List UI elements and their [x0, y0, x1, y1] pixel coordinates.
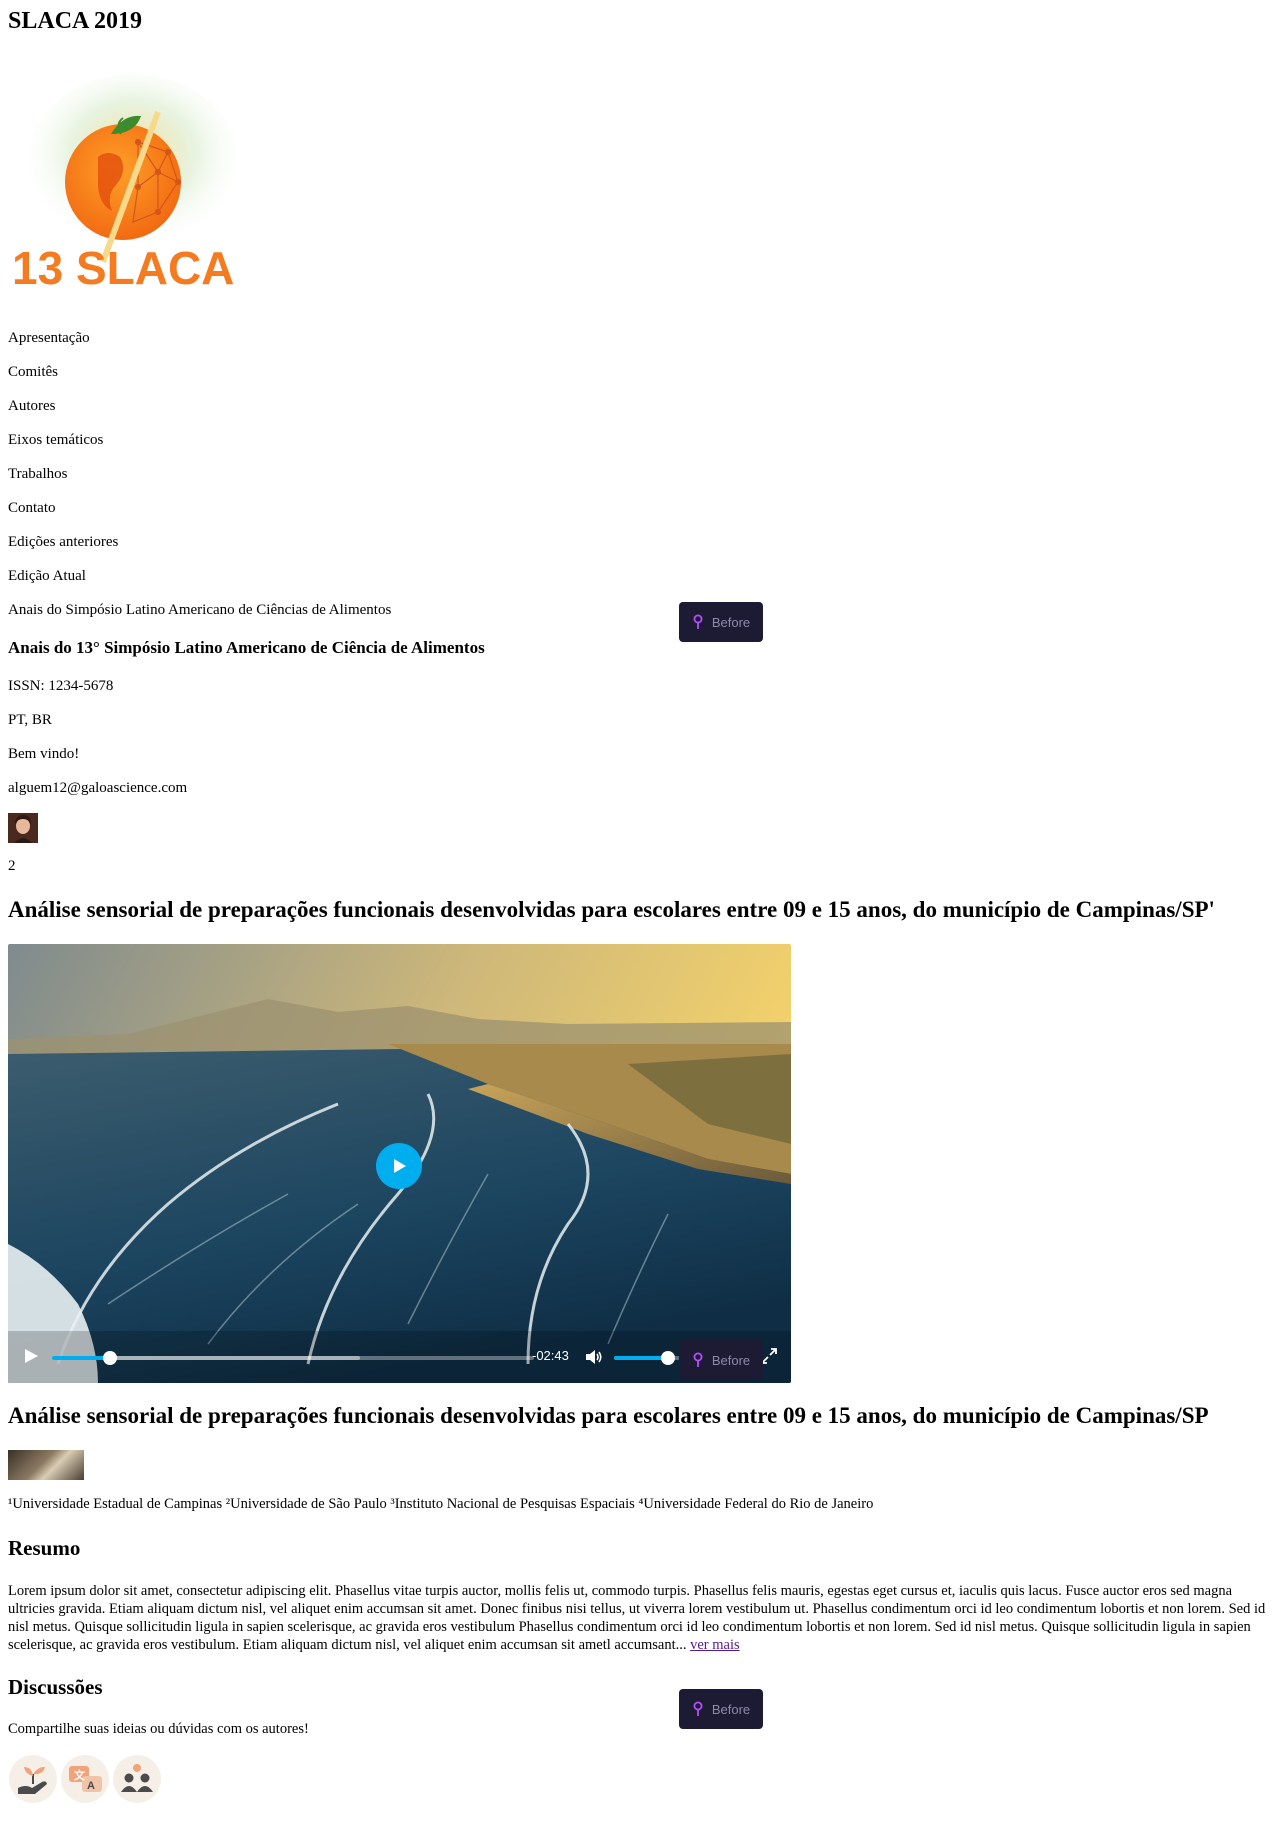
site-title: SLACA 2019	[8, 8, 143, 34]
video-time-remaining: -02:43	[532, 1348, 569, 1363]
nav-item-anais[interactable]: Anais do Simpósio Latino Americano de Ci…	[8, 598, 391, 632]
discussions-heading: Discussões	[8, 1675, 103, 1699]
issn-text: ISSN: 1234-5678	[8, 678, 114, 694]
abstract-body: Lorem ipsum dolor sit amet, consectetur …	[8, 1583, 1266, 1653]
pin-icon	[693, 1701, 703, 1716]
notification-count: 2	[8, 858, 16, 874]
nav-item-autores[interactable]: Autores	[8, 394, 391, 428]
paper-title-top: Análise sensorial de preparações funcion…	[8, 897, 1215, 922]
before-label: Before	[711, 1352, 751, 1368]
proceedings-title: Anais do 13° Simpósio Latino Americano d…	[8, 638, 485, 657]
volume-icon[interactable]	[584, 1347, 604, 1367]
affiliations: ¹Universidade Estadual de Campinas ²Univ…	[8, 1496, 874, 1512]
before-label: Before	[711, 1701, 751, 1717]
volume-fill	[614, 1356, 669, 1360]
before-button[interactable]: Before	[679, 602, 763, 642]
video-played-bar	[52, 1356, 110, 1360]
volume-slider[interactable]	[614, 1351, 680, 1365]
nav-item-trabalhos[interactable]: Trabalhos	[8, 462, 391, 496]
svg-text:文: 文	[74, 1768, 86, 1782]
nav-item-edicoes-anteriores[interactable]: Edições anteriores	[8, 530, 391, 564]
discussions-subtitle: Compartilhe suas ideias ou dúvidas com o…	[8, 1721, 309, 1737]
main-nav: Apresentação Comitês Autores Eixos temát…	[8, 326, 391, 632]
language-selector[interactable]: PT, BR	[8, 712, 52, 729]
before-button-bottom[interactable]: Before	[679, 1689, 763, 1729]
nav-item-comites[interactable]: Comitês	[8, 360, 391, 394]
before-button-video[interactable]: Before	[679, 1340, 763, 1380]
pin-icon	[693, 1352, 703, 1367]
abstract-heading: Resumo	[8, 1536, 81, 1560]
nav-item-edicao-atual[interactable]: Edição Atual	[8, 564, 391, 598]
pin-icon	[693, 614, 703, 629]
nav-item-apresentacao[interactable]: Apresentação	[8, 326, 391, 360]
author-thumbnail[interactable]	[8, 1450, 84, 1480]
before-label: Before	[711, 614, 751, 630]
nav-item-eixos-tematicos[interactable]: Eixos temáticos	[8, 428, 391, 462]
video-progress-handle[interactable]	[102, 1351, 117, 1365]
volume-handle[interactable]	[661, 1351, 676, 1365]
logo-text: 13 SLACA	[12, 242, 234, 294]
abstract-text: Lorem ipsum dolor sit amet, consectetur …	[8, 1582, 1270, 1654]
nav-item-contato[interactable]: Contato	[8, 496, 391, 530]
authors-row	[8, 1450, 908, 1480]
svg-text:A: A	[87, 1780, 95, 1792]
welcome-text: Bem vindo!	[8, 746, 80, 762]
video-player[interactable]: -02:43	[8, 944, 791, 1383]
user-email: alguem12@galoascience.com	[8, 780, 188, 796]
video-progress-bar[interactable]	[52, 1351, 534, 1365]
play-icon	[394, 1159, 406, 1173]
idea-sprout-icon[interactable]	[8, 1754, 58, 1804]
partially-visible-text	[8, 1818, 928, 1824]
read-more-link[interactable]: ver mais	[690, 1637, 740, 1653]
translate-chat-icon[interactable]: 文 A	[60, 1754, 110, 1804]
user-avatar[interactable]	[8, 813, 38, 843]
control-play-icon[interactable]	[22, 1347, 40, 1365]
video-controls: -02:43	[8, 1331, 791, 1383]
paper-title: Análise sensorial de preparações funcion…	[8, 1403, 1209, 1428]
big-play-button[interactable]	[376, 1143, 422, 1189]
slaca-logo: 13 SLACA	[8, 72, 238, 294]
people-group-icon[interactable]	[112, 1754, 162, 1804]
